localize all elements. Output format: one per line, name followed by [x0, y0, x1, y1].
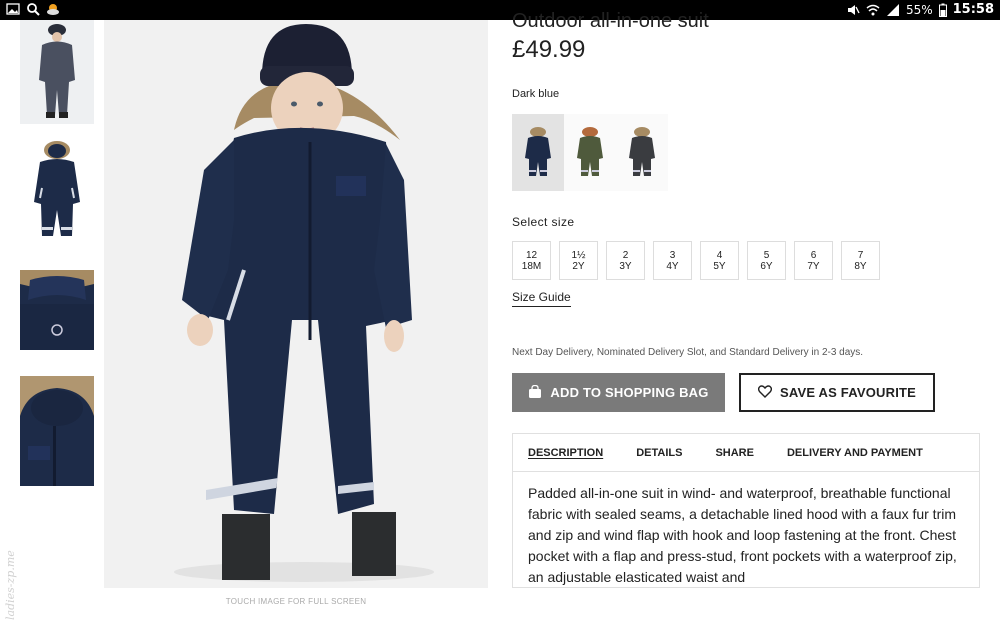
size-option[interactable]: 12 18M — [512, 241, 551, 280]
battery-icon — [938, 3, 947, 17]
info-tabs: DESCRIPTION DETAILS SHARE DELIVERY AND P… — [513, 434, 979, 472]
size-option[interactable]: 1½ 2Y — [559, 241, 598, 280]
size-top: 3 — [669, 249, 676, 261]
save-favourite-button[interactable]: SAVE AS FAVOURITE — [739, 373, 935, 412]
heart-icon — [757, 384, 773, 401]
size-option[interactable]: 6 7Y — [794, 241, 833, 280]
image-icon — [6, 2, 20, 16]
size-bottom: 2Y — [572, 260, 585, 272]
size-option[interactable]: 3 4Y — [653, 241, 692, 280]
mute-icon — [846, 3, 860, 17]
product-description: Padded all-in-one suit in wind- and wate… — [528, 485, 957, 585]
size-top: 4 — [716, 249, 723, 261]
size-option[interactable]: 4 5Y — [700, 241, 739, 280]
size-bottom: 4Y — [666, 260, 679, 272]
size-bottom: 5Y — [713, 260, 726, 272]
tab-share[interactable]: SHARE — [715, 447, 754, 459]
size-top: 5 — [763, 249, 770, 261]
product-title: Outdoor all-in-one suit — [512, 10, 709, 32]
tab-delivery-and-payment[interactable]: DELIVERY AND PAYMENT — [787, 447, 923, 459]
size-bottom: 8Y — [854, 260, 867, 272]
size-top: 7 — [857, 249, 864, 261]
swatch-dark-grey[interactable] — [616, 114, 668, 191]
size-top: 2 — [622, 249, 629, 261]
tab-details[interactable]: DETAILS — [636, 447, 682, 459]
size-top: 1½ — [571, 249, 586, 261]
thumbnail-front-view[interactable] — [20, 20, 94, 124]
watermark: ladies-zp.me — [4, 550, 17, 620]
product-info-panel: DESCRIPTION DETAILS SHARE DELIVERY AND P… — [512, 433, 980, 588]
add-to-bag-label: ADD TO SHOPPING BAG — [550, 385, 709, 400]
weather-icon — [46, 2, 60, 16]
swatch-khaki-green[interactable] — [564, 114, 616, 191]
size-top: 6 — [810, 249, 817, 261]
size-option[interactable]: 7 8Y — [841, 241, 880, 280]
shopping-bag-icon — [528, 384, 542, 401]
product-price: £49.99 — [512, 36, 586, 63]
size-bottom: 18M — [521, 260, 542, 272]
swatch-dark-blue[interactable] — [512, 114, 564, 191]
size-option[interactable]: 2 3Y — [606, 241, 645, 280]
wifi-icon — [866, 3, 880, 17]
select-size-label: Select size — [512, 215, 575, 229]
product-main-image[interactable] — [104, 20, 488, 588]
search-icon — [26, 2, 40, 16]
touch-hint: TOUCH IMAGE FOR FULL SCREEN — [225, 597, 367, 606]
size-bottom: 6Y — [760, 260, 773, 272]
signal-icon — [886, 3, 900, 17]
status-bar: 55% 15:58 — [0, 0, 1000, 20]
clock: 15:58 — [952, 2, 994, 17]
save-favourite-label: SAVE AS FAVOURITE — [779, 385, 917, 400]
thumbnail-back-view[interactable] — [20, 138, 94, 242]
tab-description[interactable]: DESCRIPTION — [528, 447, 603, 459]
size-bottom: 7Y — [807, 260, 820, 272]
size-option[interactable]: 5 6Y — [747, 241, 786, 280]
selected-color-label: Dark blue — [512, 88, 560, 100]
add-to-bag-button[interactable]: ADD TO SHOPPING BAG — [512, 373, 725, 412]
size-top: 12 — [525, 249, 538, 261]
size-guide-link[interactable]: Size Guide — [512, 290, 571, 307]
size-bottom: 3Y — [619, 260, 632, 272]
thumbnail-hood-back-detail[interactable] — [20, 270, 94, 350]
battery-percent: 55% — [905, 2, 933, 17]
delivery-note: Next Day Delivery, Nominated Delivery Sl… — [512, 347, 864, 358]
size-options: 12 18M 1½ 2Y 2 3Y 3 4Y 4 5Y 5 6Y 6 7Y 7 8Y — [512, 241, 880, 280]
color-swatches — [512, 114, 668, 191]
thumbnail-hood-front-detail[interactable] — [20, 376, 94, 486]
